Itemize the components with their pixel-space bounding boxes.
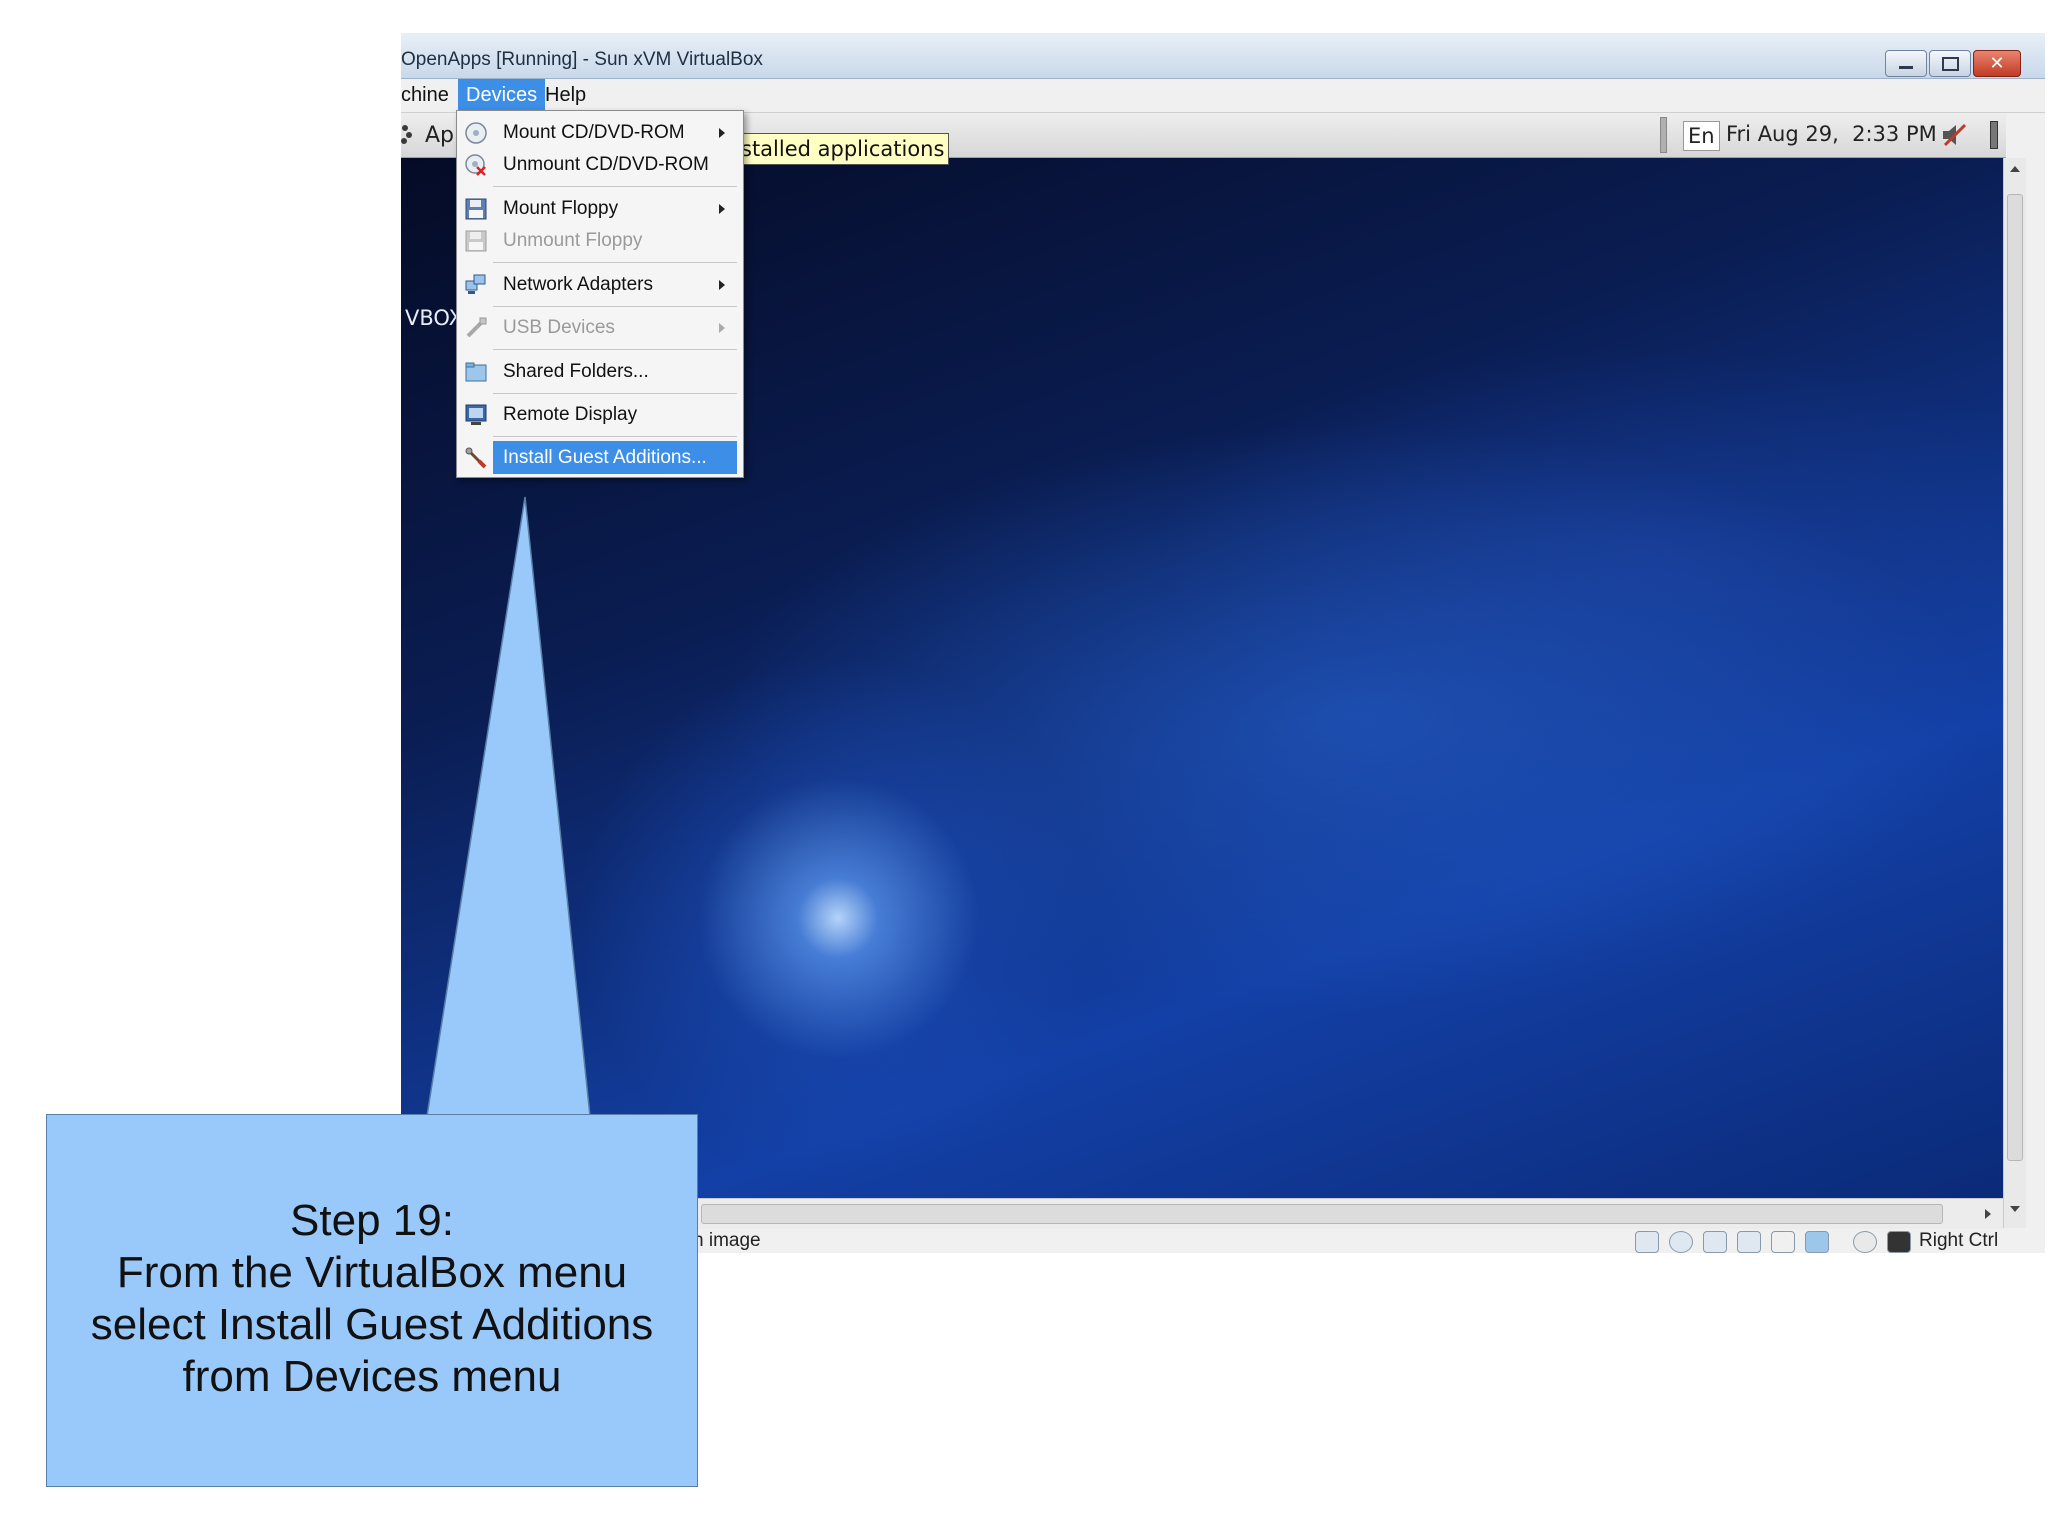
callout-line: From the VirtualBox menu xyxy=(116,1248,628,1297)
cd-eject-icon xyxy=(465,154,487,176)
maximize-icon xyxy=(1941,56,1959,71)
horizontal-scroll-thumb[interactable] xyxy=(701,1204,1943,1224)
title-bar[interactable]: OpenApps [Running] - Sun xVM VirtualBox … xyxy=(401,33,2045,79)
network-icon xyxy=(465,274,487,296)
cd-icon xyxy=(465,122,487,144)
close-button[interactable]: ✕ xyxy=(1973,50,2021,77)
menu-item-usb-devices[interactable]: USB Devices xyxy=(457,311,743,344)
menu-item-install-guest-additions[interactable]: Install Guest Additions... xyxy=(457,441,743,474)
hard-disk-status-icon[interactable] xyxy=(1635,1231,1659,1253)
volume-muted-icon[interactable] xyxy=(1941,123,1967,147)
menu-item-mount-floppy[interactable]: Mount Floppy xyxy=(457,192,743,225)
monitor-icon xyxy=(465,404,487,426)
maximize-button[interactable] xyxy=(1929,50,1971,77)
window-title: OpenApps [Running] - Sun xVM VirtualBox xyxy=(401,49,763,70)
menu-separator xyxy=(493,436,737,437)
menu-item-unmount-cd[interactable]: Unmount CD/DVD-ROM xyxy=(457,148,743,181)
submenu-arrow-icon xyxy=(719,280,725,290)
submenu-arrow-icon xyxy=(719,204,725,214)
desktop-icon-label[interactable]: VBOX xyxy=(405,306,463,330)
vertical-scroll-thumb[interactable] xyxy=(2007,194,2023,1161)
status-message: n image xyxy=(693,1230,761,1251)
scroll-down-arrow-icon[interactable] xyxy=(2010,1206,2020,1212)
callout-line: select Install Guest Additions xyxy=(90,1300,654,1349)
menu-machine[interactable]: chine xyxy=(401,79,457,112)
callout-line: from Devices menu xyxy=(182,1352,562,1401)
network-status-icon[interactable] xyxy=(1737,1231,1761,1253)
host-key-label: Right Ctrl xyxy=(1919,1230,1999,1251)
menu-item-mount-cd[interactable]: Mount CD/DVD-ROM xyxy=(457,116,743,149)
scroll-right-arrow-icon[interactable] xyxy=(1985,1209,1991,1219)
menu-help[interactable]: Help xyxy=(537,79,594,112)
menu-item-network-adapters[interactable]: Network Adapters xyxy=(457,268,743,301)
menu-separator xyxy=(493,262,737,263)
submenu-arrow-icon xyxy=(719,128,725,138)
usb-status-icon[interactable] xyxy=(1771,1231,1795,1253)
menu-devices[interactable]: Devices xyxy=(458,79,546,112)
shared-folders-status-icon[interactable] xyxy=(1805,1231,1829,1253)
menu-item-unmount-floppy[interactable]: Unmount Floppy xyxy=(457,224,743,257)
floppy-icon xyxy=(465,198,487,220)
submenu-arrow-icon xyxy=(719,323,725,333)
keyboard-layout-indicator[interactable]: En xyxy=(1683,121,1720,151)
close-icon: ✕ xyxy=(1989,52,2005,74)
menu-bar: chine Devices Help xyxy=(401,79,2045,113)
mouse-integration-icon[interactable] xyxy=(1853,1231,1877,1253)
panel-separator xyxy=(1660,117,1667,153)
menu-separator xyxy=(493,306,737,307)
menu-separator xyxy=(493,393,737,394)
menu-separator xyxy=(493,186,737,187)
scroll-up-arrow-icon[interactable] xyxy=(2010,166,2020,172)
panel-handle xyxy=(1990,121,1998,149)
floppy-eject-icon xyxy=(465,230,487,252)
menu-item-remote-display[interactable]: Remote Display xyxy=(457,398,743,431)
callout-step: Step 19: xyxy=(290,1196,454,1245)
host-key-icon[interactable] xyxy=(1887,1231,1911,1253)
minimize-button[interactable] xyxy=(1885,50,1927,77)
menu-item-shared-folders[interactable]: Shared Folders... xyxy=(457,355,743,388)
applications-icon[interactable] xyxy=(401,123,415,145)
cd-status-icon[interactable] xyxy=(1669,1231,1693,1253)
menu-separator xyxy=(493,349,737,350)
minimize-icon xyxy=(1899,66,1913,69)
folder-icon xyxy=(465,361,487,383)
wrench-icon xyxy=(465,447,487,469)
applications-menu[interactable]: Ap xyxy=(425,123,454,148)
callout-text: Step 19: From the VirtualBox menu select… xyxy=(47,1195,697,1403)
vertical-scrollbar[interactable] xyxy=(2003,158,2026,1228)
devices-menu: Mount CD/DVD-ROM Unmount CD/DVD-ROM Moun… xyxy=(456,110,744,478)
clock[interactable]: Fri Aug 29, 2:33 PM xyxy=(1726,122,1937,146)
floppy-status-icon[interactable] xyxy=(1703,1231,1727,1253)
usb-icon xyxy=(465,317,487,339)
callout-box: Step 19: From the VirtualBox menu select… xyxy=(46,1114,698,1487)
tooltip: stalled applications xyxy=(736,133,950,165)
